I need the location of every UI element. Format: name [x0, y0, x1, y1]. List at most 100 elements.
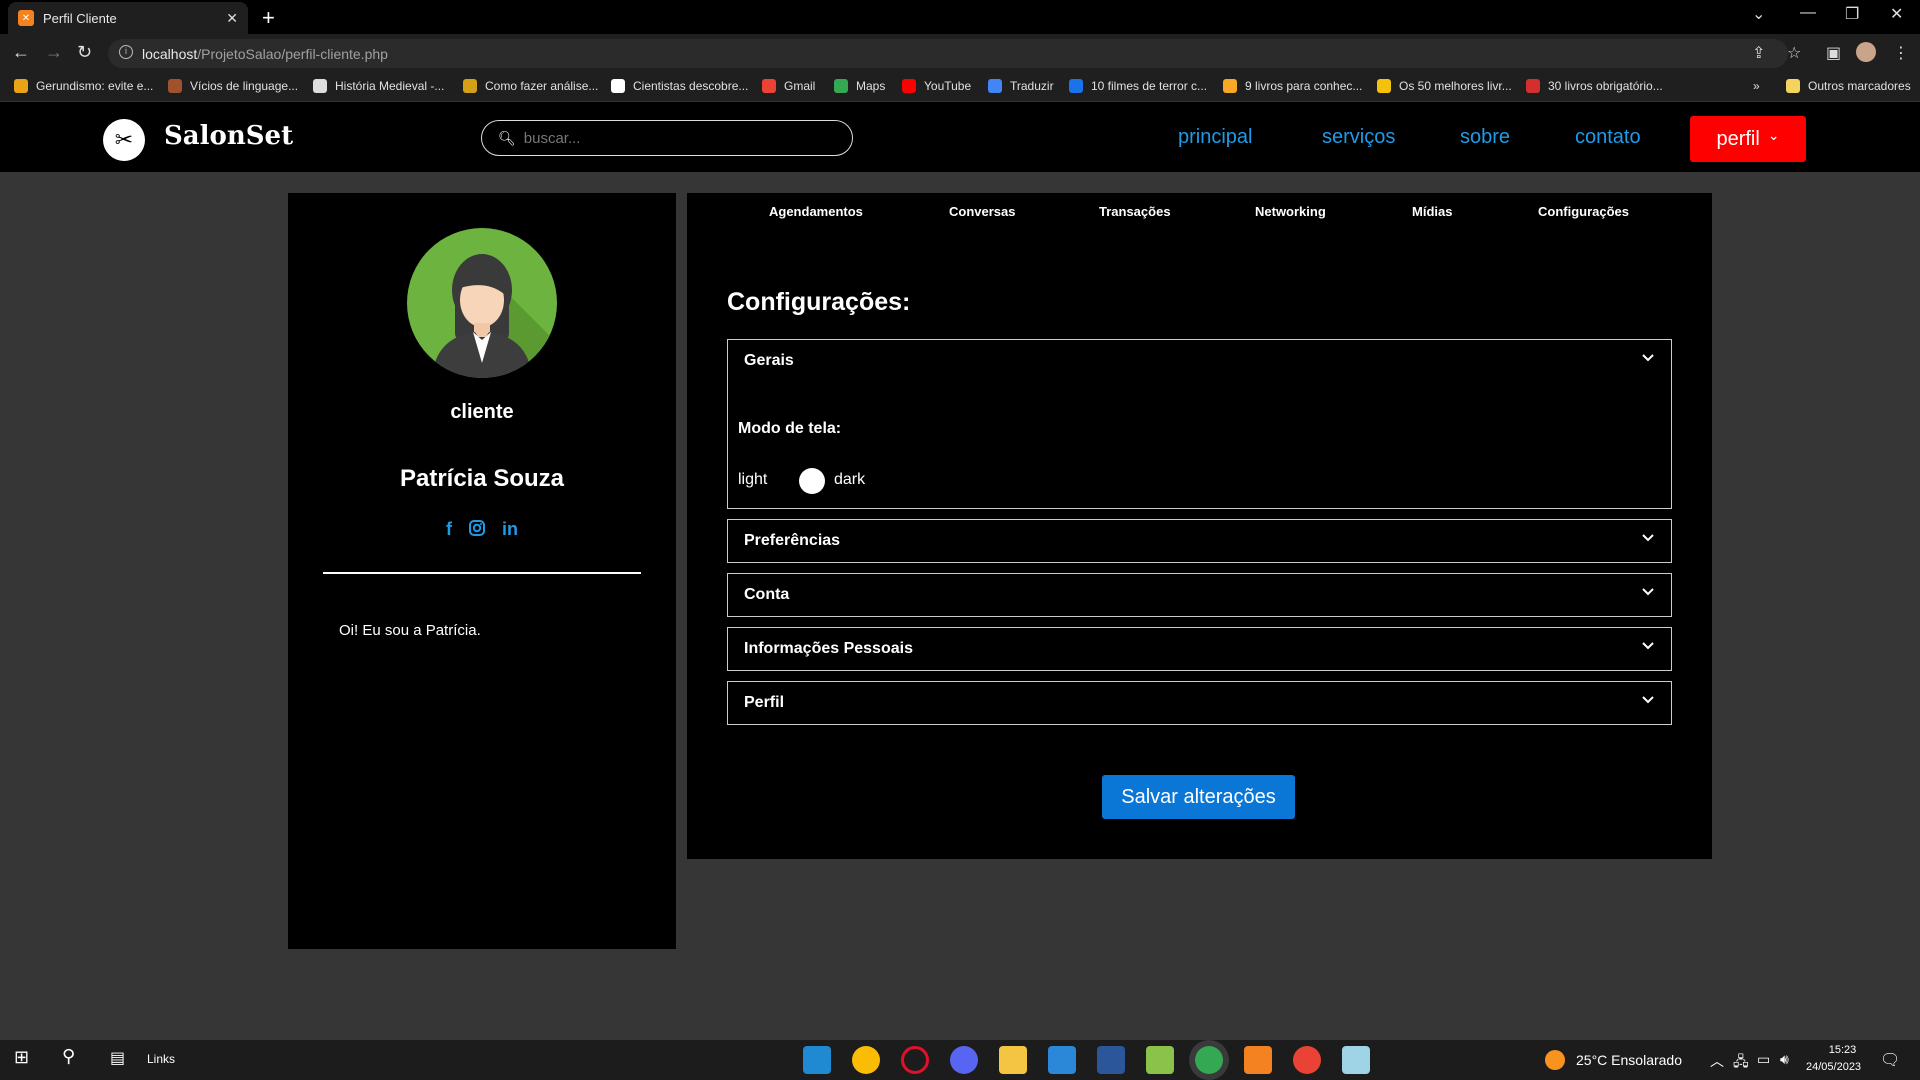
- chevron-down-icon[interactable]: [1641, 530, 1655, 544]
- url-host: localhost: [142, 45, 198, 62]
- accordion-informacoes-pessoais[interactable]: Informações Pessoais: [727, 627, 1672, 671]
- browser-tab[interactable]: ✕ Perfil Cliente ✕: [8, 2, 248, 34]
- tab-networking[interactable]: Networking: [1255, 204, 1326, 219]
- bookmark-item[interactable]: Cientistas descobre...: [611, 79, 748, 93]
- chevron-down-icon[interactable]: [1641, 350, 1655, 364]
- task-view-icon[interactable]: ▤: [110, 1048, 125, 1068]
- bookmark-item[interactable]: Os 50 melhores livr...: [1377, 79, 1512, 93]
- clock-time[interactable]: 15:23: [1815, 1044, 1870, 1056]
- tray-network-icon[interactable]: 🖧︎: [1733, 1051, 1749, 1075]
- tab-configuracoes[interactable]: Configurações: [1538, 204, 1629, 219]
- chrome-icon[interactable]: [852, 1046, 880, 1074]
- bookmark-item[interactable]: 9 livros para conhec...: [1223, 79, 1362, 93]
- bookmark-star-icon[interactable]: ☆: [1787, 43, 1801, 63]
- accordion-header-conta[interactable]: Conta: [744, 586, 789, 604]
- salon-logo-icon[interactable]: ✂: [103, 119, 145, 161]
- restore-icon[interactable]: ❐: [1845, 4, 1859, 24]
- accordion-perfil[interactable]: Perfil: [727, 681, 1672, 725]
- bookmark-item[interactable]: Gerundismo: evite e...: [14, 79, 153, 93]
- nav-link-contato[interactable]: contato: [1575, 126, 1641, 149]
- instagram-icon[interactable]: [468, 519, 486, 542]
- bookmark-item[interactable]: 10 filmes de terror c...: [1069, 79, 1207, 93]
- bookmark-item[interactable]: Vícios de linguage...: [168, 79, 298, 93]
- back-icon[interactable]: ←: [12, 42, 30, 63]
- tray-overflow-icon[interactable]: ︿: [1710, 1051, 1724, 1071]
- bookmark-favicon-icon: [1526, 79, 1540, 93]
- facebook-icon[interactable]: f: [446, 519, 452, 542]
- tab-agendamentos[interactable]: Agendamentos: [769, 204, 863, 219]
- accordion-preferencias[interactable]: Preferências: [727, 519, 1672, 563]
- links-toolbar[interactable]: Links: [147, 1052, 175, 1066]
- bluestacks-icon[interactable]: [1146, 1046, 1174, 1074]
- opera-icon[interactable]: [901, 1046, 929, 1074]
- weather-sun-icon[interactable]: [1545, 1050, 1565, 1070]
- accordion-conta[interactable]: Conta: [727, 573, 1672, 617]
- discord-icon[interactable]: [950, 1046, 978, 1074]
- accordion-header-informacoes-pessoais[interactable]: Informações Pessoais: [744, 640, 913, 658]
- windows-start-icon[interactable]: ⊞: [14, 1047, 29, 1068]
- bookmark-favicon-icon: [463, 79, 477, 93]
- close-window-icon[interactable]: ✕: [1890, 4, 1903, 24]
- minimize-icon[interactable]: —: [1800, 4, 1816, 22]
- chrome-alt-icon[interactable]: [1293, 1046, 1321, 1074]
- word-icon[interactable]: [1097, 1046, 1125, 1074]
- user-avatar-icon[interactable]: [1856, 42, 1876, 62]
- chevron-down-icon[interactable]: [1641, 584, 1655, 598]
- profile-dropdown-button[interactable]: perfil ⌄: [1690, 116, 1806, 162]
- bookmark-item[interactable]: Gmail: [762, 79, 815, 93]
- other-bookmarks[interactable]: Outros marcadores: [1786, 79, 1911, 93]
- tab-conversas[interactable]: Conversas: [949, 204, 1015, 219]
- bookmark-item[interactable]: História Medieval -...: [313, 79, 444, 93]
- chevron-down-icon[interactable]: [1641, 692, 1655, 706]
- share-icon[interactable]: ⇪: [1752, 43, 1765, 63]
- vscode-icon[interactable]: [803, 1046, 831, 1074]
- user-bio: Oi! Eu sou a Patrícia.: [339, 622, 481, 639]
- tab-midias[interactable]: Mídias: [1412, 204, 1452, 219]
- tab-search-icon[interactable]: ⌄: [1752, 4, 1765, 24]
- forward-icon[interactable]: →: [45, 42, 63, 63]
- xampp-icon[interactable]: [1244, 1046, 1272, 1074]
- user-avatar-illustration: [432, 254, 557, 378]
- nav-link-servicos[interactable]: serviços: [1322, 126, 1395, 149]
- new-tab-icon[interactable]: +: [262, 5, 275, 31]
- side-panel-icon[interactable]: ▣: [1826, 43, 1841, 63]
- linkedin-icon[interactable]: in: [502, 519, 518, 542]
- bookmark-item[interactable]: Como fazer análise...: [463, 79, 598, 93]
- accordion-header-gerais[interactable]: Gerais: [744, 352, 794, 370]
- bookmark-item[interactable]: Maps: [834, 79, 885, 93]
- tab-transacoes[interactable]: Transações: [1099, 204, 1171, 219]
- accordion-header-perfil[interactable]: Perfil: [744, 694, 784, 712]
- reload-icon[interactable]: ↻: [77, 42, 92, 63]
- nav-link-sobre[interactable]: sobre: [1460, 126, 1510, 149]
- clock-date[interactable]: 24/05/2023: [1806, 1061, 1861, 1073]
- bookmark-item[interactable]: YouTube: [902, 79, 971, 93]
- notepad-icon[interactable]: [1342, 1046, 1370, 1074]
- bookmark-label: Como fazer análise...: [485, 79, 599, 93]
- save-changes-button[interactable]: Salvar alterações: [1102, 775, 1295, 819]
- accordion-header-preferencias[interactable]: Preferências: [744, 532, 840, 550]
- nav-link-principal[interactable]: principal: [1178, 126, 1252, 149]
- bookmarks-overflow-icon[interactable]: »: [1753, 79, 1760, 93]
- bookmarks-bar: Gerundismo: evite e... Vícios de linguag…: [0, 72, 1920, 102]
- file-explorer-icon[interactable]: [999, 1046, 1027, 1074]
- tray-display-icon[interactable]: ▭: [1757, 1051, 1770, 1068]
- theme-toggle[interactable]: [799, 468, 825, 494]
- search-icon[interactable]: ⚲: [62, 1046, 75, 1067]
- bookmark-label: Cientistas descobre...: [633, 79, 749, 93]
- search-input[interactable]: 🔍︎ buscar...: [481, 120, 853, 156]
- brand-name[interactable]: SalonSet: [164, 121, 293, 151]
- url-field[interactable]: i localhost/ProjetoSalao/perfil-cliente.…: [108, 39, 1788, 68]
- notifications-icon[interactable]: 🗨︎: [1880, 1050, 1900, 1070]
- weather-text[interactable]: 25°C Ensolarado: [1576, 1052, 1682, 1068]
- bookmark-item[interactable]: Traduzir: [988, 79, 1054, 93]
- bookmark-label: 9 livros para conhec...: [1245, 79, 1363, 93]
- search-placeholder: buscar...: [523, 129, 581, 147]
- tray-volume-icon[interactable]: 🔊︎: [1780, 1051, 1789, 1068]
- site-info-icon[interactable]: i: [119, 45, 133, 59]
- bookmark-item[interactable]: 30 livros obrigatório...: [1526, 79, 1663, 93]
- chrome-profile-icon[interactable]: [1195, 1046, 1223, 1074]
- ms-store-icon[interactable]: [1048, 1046, 1076, 1074]
- chevron-down-icon[interactable]: [1641, 638, 1655, 652]
- menu-kebab-icon[interactable]: ⋮: [1893, 43, 1909, 63]
- close-tab-icon[interactable]: ✕: [226, 10, 238, 27]
